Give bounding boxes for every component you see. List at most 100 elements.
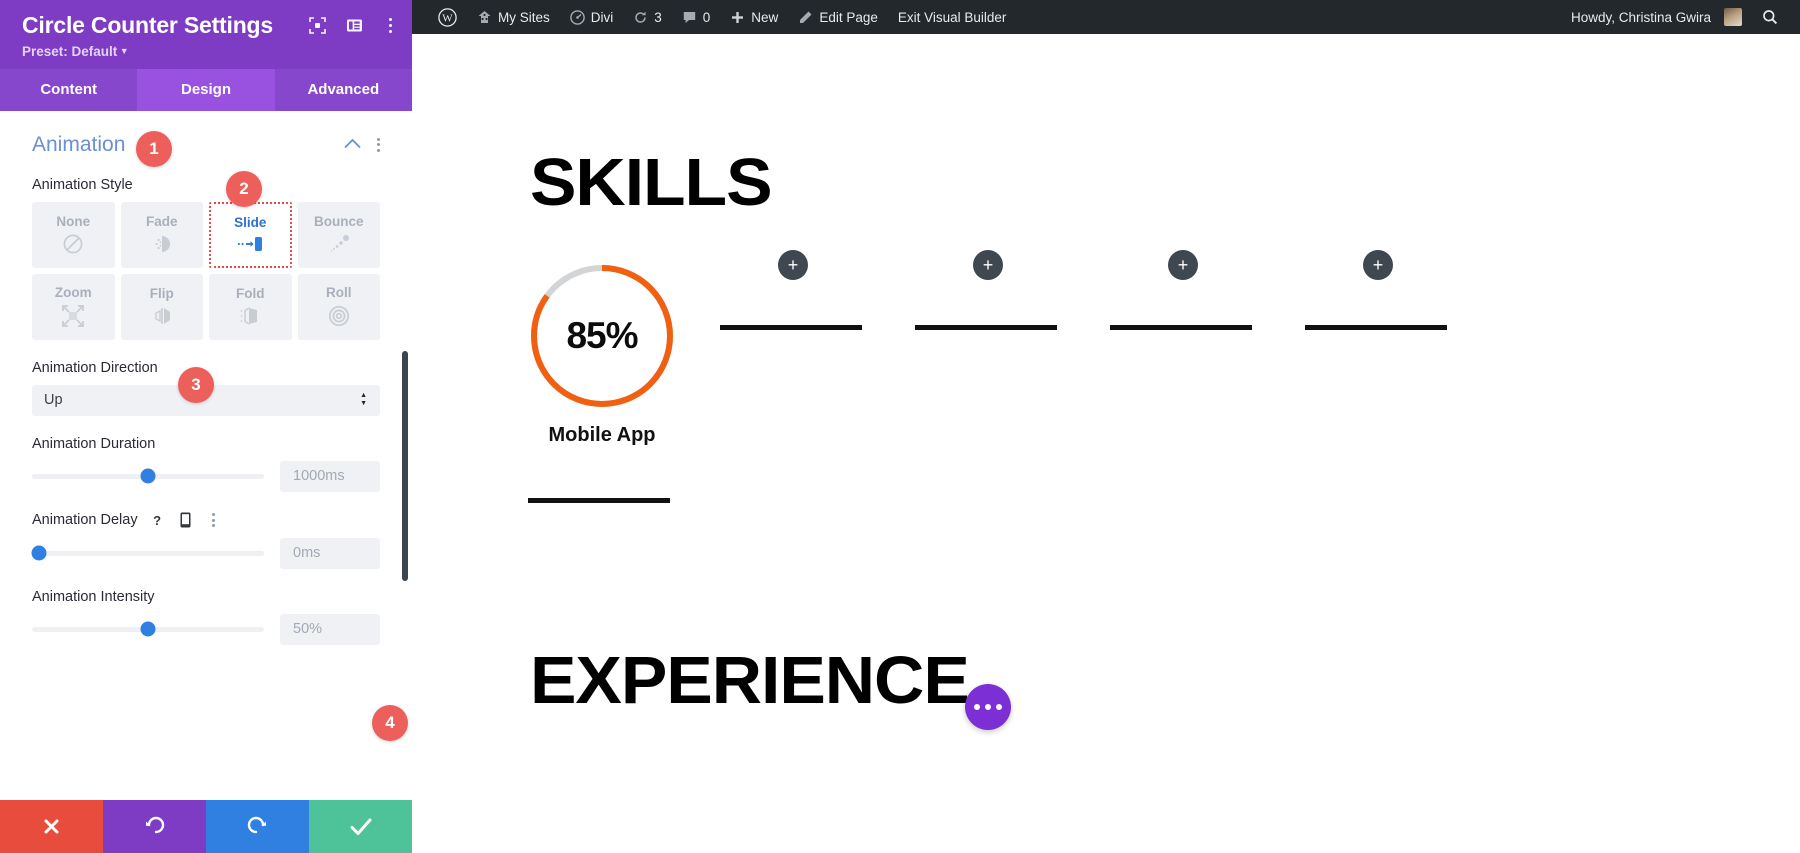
tab-content[interactable]: Content <box>0 69 137 111</box>
undo-button[interactable] <box>103 800 206 853</box>
tab-design[interactable]: Design <box>137 69 274 111</box>
comments-count: 0 <box>703 10 711 25</box>
admin-bar-howdy[interactable]: Howdy, Christina Gwira <box>1561 8 1752 26</box>
preset-selector[interactable]: Preset: Default ▼ <box>0 40 412 59</box>
cancel-button[interactable] <box>0 800 103 853</box>
add-module-button[interactable]: + <box>973 250 1003 280</box>
section-heading-experience: EXPERIENCE <box>530 642 969 719</box>
circle-counter-label: Mobile App <box>528 424 676 447</box>
section-more-icon[interactable] <box>377 138 380 152</box>
animation-intensity-input[interactable]: 50% <box>280 614 380 645</box>
svg-text:W: W <box>442 12 453 24</box>
save-button[interactable] <box>309 800 412 853</box>
redo-button[interactable] <box>206 800 309 853</box>
divider-line <box>915 325 1057 330</box>
admin-bar-label: New <box>751 10 778 25</box>
animation-direction-value: Up <box>44 392 63 408</box>
divider-line <box>1305 325 1447 330</box>
roll-spiral-icon <box>327 304 351 328</box>
add-module-button[interactable]: + <box>1363 250 1393 280</box>
animation-style-flip[interactable]: Flip <box>121 274 204 340</box>
divider-line <box>720 325 862 330</box>
admin-bar-new[interactable]: New <box>720 10 788 25</box>
wp-admin-bar: W My Sites Divi 3 <box>412 0 1800 34</box>
step-badge-2: 2 <box>226 171 262 207</box>
animation-delay-slider[interactable] <box>32 551 264 556</box>
admin-bar-label: Divi <box>591 10 614 25</box>
animation-duration-slider[interactable] <box>32 474 264 479</box>
slide-icon <box>235 234 265 254</box>
divider-line <box>528 498 670 503</box>
step-badge-4: 4 <box>372 705 408 741</box>
circle-counter-module[interactable]: 85% Mobile App <box>528 262 676 447</box>
tab-advanced[interactable]: Advanced <box>275 69 412 111</box>
animation-duration-label: Animation Duration <box>32 436 380 452</box>
bounce-icon <box>327 233 351 255</box>
slider-handle[interactable] <box>141 622 156 637</box>
flip-icon <box>151 305 173 327</box>
section-heading-skills: SKILLS <box>530 144 772 221</box>
animation-intensity-label: Animation Intensity <box>32 589 380 605</box>
help-icon[interactable]: ? <box>149 512 166 529</box>
slider-handle[interactable] <box>31 546 46 561</box>
wordpress-logo-icon[interactable]: W <box>428 8 467 27</box>
add-module-button[interactable]: + <box>1168 250 1198 280</box>
animation-style-slide[interactable]: Slide <box>209 202 292 268</box>
animation-delay-label: Animation Delay ? <box>32 512 380 529</box>
chevron-up-icon[interactable] <box>344 136 361 154</box>
responsive-mobile-icon[interactable] <box>177 512 194 529</box>
animation-delay-input[interactable]: 0ms <box>280 538 380 569</box>
settings-footer <box>0 800 412 853</box>
none-circle-slash-icon <box>62 233 84 255</box>
visual-builder-preview: W My Sites Divi 3 <box>412 0 1800 853</box>
admin-bar-my-sites[interactable]: My Sites <box>467 10 560 25</box>
admin-bar-updates[interactable]: 3 <box>623 10 672 25</box>
animation-style-fold[interactable]: Fold <box>209 274 292 340</box>
animation-duration-input[interactable]: 1000ms <box>280 461 380 492</box>
focus-icon[interactable] <box>309 17 326 34</box>
animation-style-label: Animation Style <box>32 177 380 193</box>
animation-style-none[interactable]: None <box>32 202 115 268</box>
search-icon[interactable] <box>1752 9 1788 25</box>
step-badge-3: 3 <box>178 367 214 403</box>
animation-intensity-slider[interactable] <box>32 627 264 632</box>
updates-count: 3 <box>654 10 662 25</box>
divi-dashboard-icon <box>570 10 585 25</box>
comments-icon <box>682 10 697 25</box>
page-canvas: SKILLS 85% Mobile App + + + + EXP <box>412 34 1800 853</box>
howdy-label: Howdy, Christina Gwira <box>1571 10 1711 25</box>
more-vertical-icon[interactable] <box>383 18 398 33</box>
admin-bar-divi[interactable]: Divi <box>560 10 624 25</box>
animation-style-roll[interactable]: Roll <box>298 274 381 340</box>
edit-pencil-icon <box>798 10 813 25</box>
slider-handle[interactable] <box>141 469 156 484</box>
animation-style-grid: None Fade Slide <box>32 202 380 340</box>
animation-style-zoom[interactable]: Zoom <box>32 274 115 340</box>
animation-style-bounce[interactable]: Bounce <box>298 202 381 268</box>
animation-style-fade[interactable]: Fade <box>121 202 204 268</box>
admin-bar-edit-page[interactable]: Edit Page <box>788 10 888 25</box>
zoom-expand-icon <box>61 304 85 328</box>
settings-tabs: Content Design Advanced <box>0 69 412 111</box>
layout-columns-icon[interactable] <box>346 17 363 34</box>
animation-delay-more-icon[interactable] <box>205 512 222 529</box>
panel-scrollbar[interactable] <box>402 351 408 581</box>
add-new-icon <box>730 10 745 25</box>
divider-line <box>1110 325 1252 330</box>
animation-section-header[interactable]: Animation <box>32 111 380 157</box>
admin-bar-label: My Sites <box>498 10 550 25</box>
page-settings-fab[interactable] <box>965 684 1011 730</box>
updates-icon <box>633 10 648 25</box>
preset-label: Preset: Default <box>22 44 117 59</box>
admin-bar-exit-visual-builder[interactable]: Exit Visual Builder <box>888 10 1017 25</box>
settings-body: Animation Animation Style None <box>0 111 412 800</box>
settings-header: Circle Counter Settings Preset: Default … <box>0 0 412 69</box>
admin-bar-label: Edit Page <box>819 10 878 25</box>
fold-icon <box>238 305 262 327</box>
add-module-button[interactable]: + <box>778 250 808 280</box>
fade-icon <box>151 233 173 255</box>
module-settings-panel: Circle Counter Settings Preset: Default … <box>0 0 412 853</box>
step-badge-1: 1 <box>136 131 172 167</box>
admin-bar-comments[interactable]: 0 <box>672 10 721 25</box>
chevron-down-icon: ▼ <box>117 46 128 56</box>
